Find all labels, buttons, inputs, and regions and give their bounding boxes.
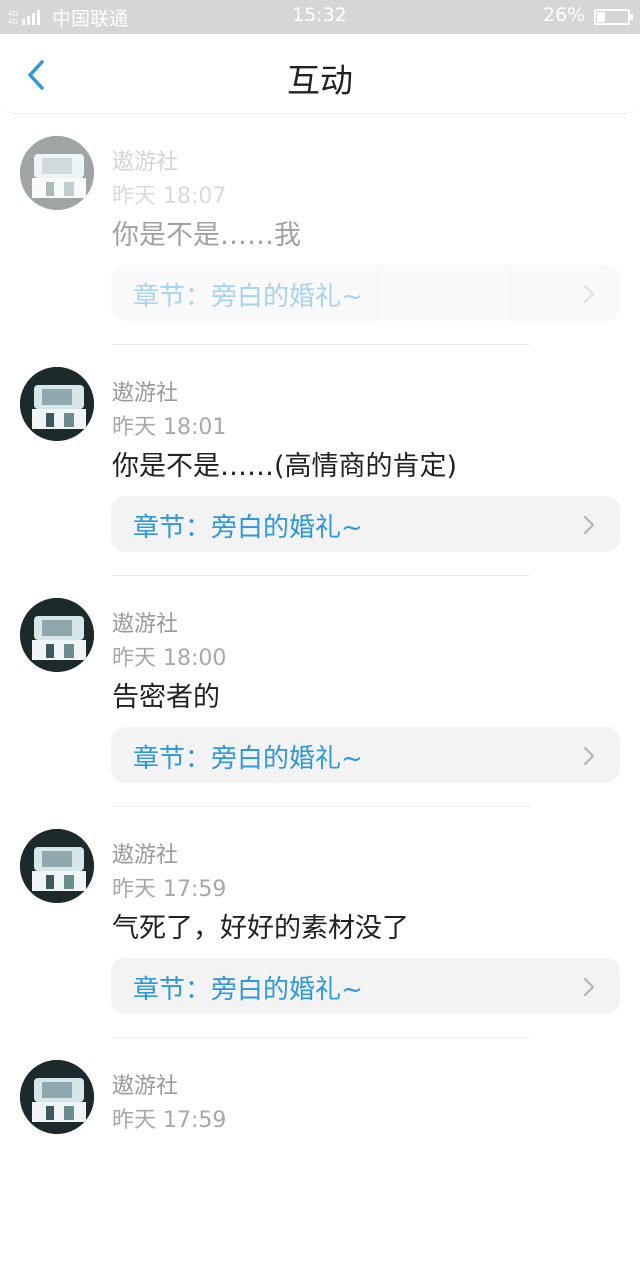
avatar[interactable] — [20, 598, 94, 672]
svg-text:4G: 4G — [8, 10, 18, 18]
comment-text: 你是不是……我 — [112, 220, 301, 251]
navigation-bar: 互动 — [0, 34, 640, 114]
comment-time: 昨天 18:07 — [112, 184, 227, 209]
chapter-link[interactable]: 章节：旁白的婚礼~ — [111, 727, 620, 783]
battery-icon — [594, 9, 633, 25]
comment-item[interactable]: 遨游社 昨天 17:59 — [0, 1038, 640, 1269]
comment-text: 告密者的 — [112, 682, 220, 713]
comment-feed: 遨游社 昨天 18:07 你是不是……我 章节：旁白的婚礼~ 遨游社 昨天 18… — [0, 114, 640, 1269]
chapter-label: 章节：旁白的婚礼~ — [133, 975, 363, 1005]
chapter-label: 章节：旁白的婚礼~ — [133, 744, 363, 774]
comment-item[interactable]: 遨游社 昨天 18:00 告密者的 章节：旁白的婚礼~ — [0, 576, 640, 807]
status-time: 15:32 — [292, 4, 347, 26]
author-name: 遨游社 — [112, 1074, 179, 1099]
chevron-right-icon — [583, 977, 595, 997]
chevron-right-icon — [583, 284, 595, 304]
carrier-name: 中国联通 — [52, 8, 129, 30]
comment-time: 昨天 17:59 — [112, 1108, 227, 1133]
page-title: 互动 — [287, 61, 353, 100]
comment-time: 昨天 17:59 — [112, 877, 227, 902]
chapter-label: 章节：旁白的婚礼~ — [133, 513, 363, 543]
chevron-right-icon — [583, 746, 595, 766]
signal-icon: 4G 4G — [8, 10, 40, 25]
svg-text:4G: 4G — [8, 18, 18, 25]
chapter-link[interactable]: 章节：旁白的婚礼~ — [111, 265, 620, 321]
avatar[interactable] — [20, 829, 94, 903]
avatar[interactable] — [20, 136, 94, 210]
chapter-link[interactable]: 章节：旁白的婚礼~ — [111, 496, 620, 552]
battery-percent: 26% — [543, 4, 586, 26]
comment-time: 昨天 18:00 — [112, 646, 227, 671]
author-name: 遨游社 — [112, 843, 179, 868]
comment-text: 气死了，好好的素材没了 — [112, 913, 409, 944]
author-name: 遨游社 — [112, 150, 179, 175]
author-name: 遨游社 — [112, 612, 179, 637]
comment-item[interactable]: 遨游社 昨天 18:01 你是不是……(高情商的肯定) 章节：旁白的婚礼~ — [0, 345, 640, 576]
comment-text: 你是不是……(高情商的肯定) — [112, 451, 458, 482]
chapter-link[interactable]: 章节：旁白的婚礼~ — [111, 958, 620, 1014]
avatar[interactable] — [20, 1060, 94, 1134]
status-bar: 4G 4G 中国联通 15:32 26% — [0, 0, 640, 34]
avatar[interactable] — [20, 367, 94, 441]
comment-item[interactable]: 遨游社 昨天 17:59 气死了，好好的素材没了 章节：旁白的婚礼~ — [0, 807, 640, 1038]
chapter-label: 章节：旁白的婚礼~ — [133, 282, 363, 312]
chevron-right-icon — [583, 515, 595, 535]
author-name: 遨游社 — [112, 381, 179, 406]
comment-item[interactable]: 遨游社 昨天 18:07 你是不是……我 章节：旁白的婚礼~ — [0, 114, 640, 345]
comment-time: 昨天 18:01 — [112, 415, 227, 440]
